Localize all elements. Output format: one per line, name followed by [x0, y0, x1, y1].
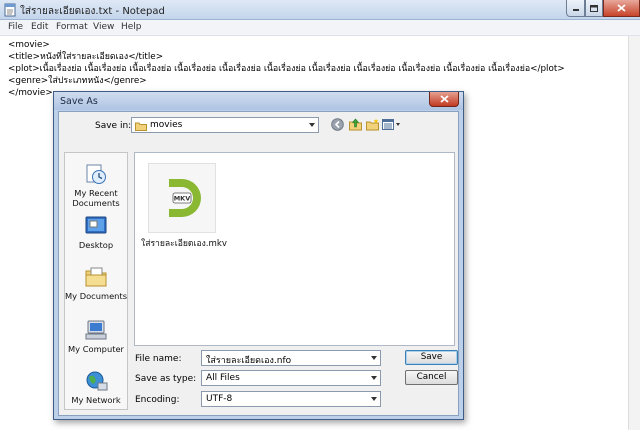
minimize-icon: [572, 9, 579, 11]
place-my-recent-documents[interactable]: My Recent Documents: [65, 163, 127, 208]
save-as-type-label: Save as type:: [135, 374, 197, 384]
text-line: <genre>ใส่ประเภทหนัง</genre>: [8, 76, 147, 86]
chevron-down-icon: [371, 356, 377, 360]
menu-view[interactable]: View: [93, 22, 114, 32]
encoding-label: Encoding:: [135, 395, 180, 405]
text-editor[interactable]: <movie> <title>หนังที่ใส่รายละเอียดเอง</…: [8, 39, 608, 99]
save-as-dialog: Save As Save in: movies My Recent Docume…: [53, 91, 464, 420]
text-line: <plot>เนื้อเรื่องย่อ เนื้อเรื่องย่อ เนื้…: [8, 64, 565, 74]
place-label: My Documents: [65, 291, 128, 301]
file-name-value: ใส่รายละเอียดเอง.nfo: [206, 356, 292, 366]
text-line: <movie>: [8, 40, 50, 50]
minimize-button[interactable]: [566, 0, 585, 17]
new-folder-icon[interactable]: [366, 118, 379, 131]
save-as-type-value: All Files: [206, 373, 240, 383]
close-icon: [439, 95, 449, 103]
save-as-type-dropdown[interactable]: All Files: [201, 370, 381, 386]
up-folder-icon[interactable]: [349, 118, 362, 131]
desktop-icon: [85, 216, 107, 234]
maximize-icon: [590, 4, 598, 12]
my-documents-icon: [85, 267, 107, 287]
maximize-button[interactable]: [585, 0, 603, 17]
file-name-label: File name:: [135, 354, 182, 364]
save-in-label: Save in:: [95, 121, 132, 131]
place-label: Desktop: [78, 240, 114, 250]
vertical-scrollbar[interactable]: [628, 36, 640, 430]
place-label: My Network: [71, 395, 121, 405]
recent-documents-icon: [86, 164, 106, 184]
chevron-down-icon: [309, 123, 315, 127]
place-my-network[interactable]: My Network: [65, 370, 127, 405]
menu-format[interactable]: Format: [56, 22, 88, 32]
window-title: ใส่รายละเอียดเอง.txt - Notepad: [20, 6, 165, 17]
cancel-button[interactable]: Cancel: [405, 370, 458, 385]
notepad-titlebar[interactable]: ใส่รายละเอียดเอง.txt - Notepad: [0, 0, 640, 20]
file-item-name: ใส่รายละเอียดเอง.mkv: [141, 239, 227, 249]
encoding-dropdown[interactable]: UTF-8: [201, 391, 381, 407]
computer-icon: [85, 320, 107, 340]
chevron-down-icon: [371, 397, 377, 401]
views-menu-icon[interactable]: [382, 118, 402, 131]
menu-edit[interactable]: Edit: [31, 22, 48, 32]
notepad-app-icon: [4, 3, 16, 17]
close-icon: [617, 4, 626, 12]
places-bar: My Recent Documents Desktop My Documents: [64, 152, 128, 410]
dialog-titlebar[interactable]: Save As: [54, 92, 463, 110]
file-item[interactable]: MKV: [148, 163, 216, 233]
menu-bar: File Edit Format View Help: [0, 20, 640, 36]
place-label: My Recent Documents: [72, 188, 120, 208]
mkv-badge-text: MKV: [174, 195, 191, 203]
file-name-input[interactable]: ใส่รายละเอียดเอง.nfo: [201, 350, 381, 366]
save-button[interactable]: Save: [405, 350, 458, 365]
text-line: <title>หนังที่ใส่รายละเอียดเอง</title>: [8, 52, 164, 62]
file-list[interactable]: MKV ใส่รายละเอียดเอง.mkv: [134, 152, 455, 346]
dialog-close-button[interactable]: [429, 92, 459, 107]
save-in-value: movies: [150, 120, 183, 130]
folder-icon: [135, 122, 147, 131]
mkv-file-icon: MKV: [169, 179, 201, 217]
chevron-down-icon: [371, 376, 377, 380]
menu-file[interactable]: File: [8, 22, 23, 32]
encoding-value: UTF-8: [206, 394, 233, 404]
close-button[interactable]: [603, 0, 640, 17]
save-in-dropdown[interactable]: movies: [131, 117, 319, 133]
dialog-title: Save As: [60, 96, 98, 107]
place-my-computer[interactable]: My Computer: [65, 319, 127, 354]
place-desktop[interactable]: Desktop: [65, 215, 127, 250]
back-icon[interactable]: [331, 118, 344, 131]
place-label: My Computer: [68, 344, 124, 354]
dialog-body: Save in: movies My Recent Documents Desk…: [58, 111, 459, 416]
place-my-documents[interactable]: My Documents: [65, 266, 127, 301]
network-globe-icon: [86, 371, 108, 391]
menu-help[interactable]: Help: [121, 22, 142, 32]
